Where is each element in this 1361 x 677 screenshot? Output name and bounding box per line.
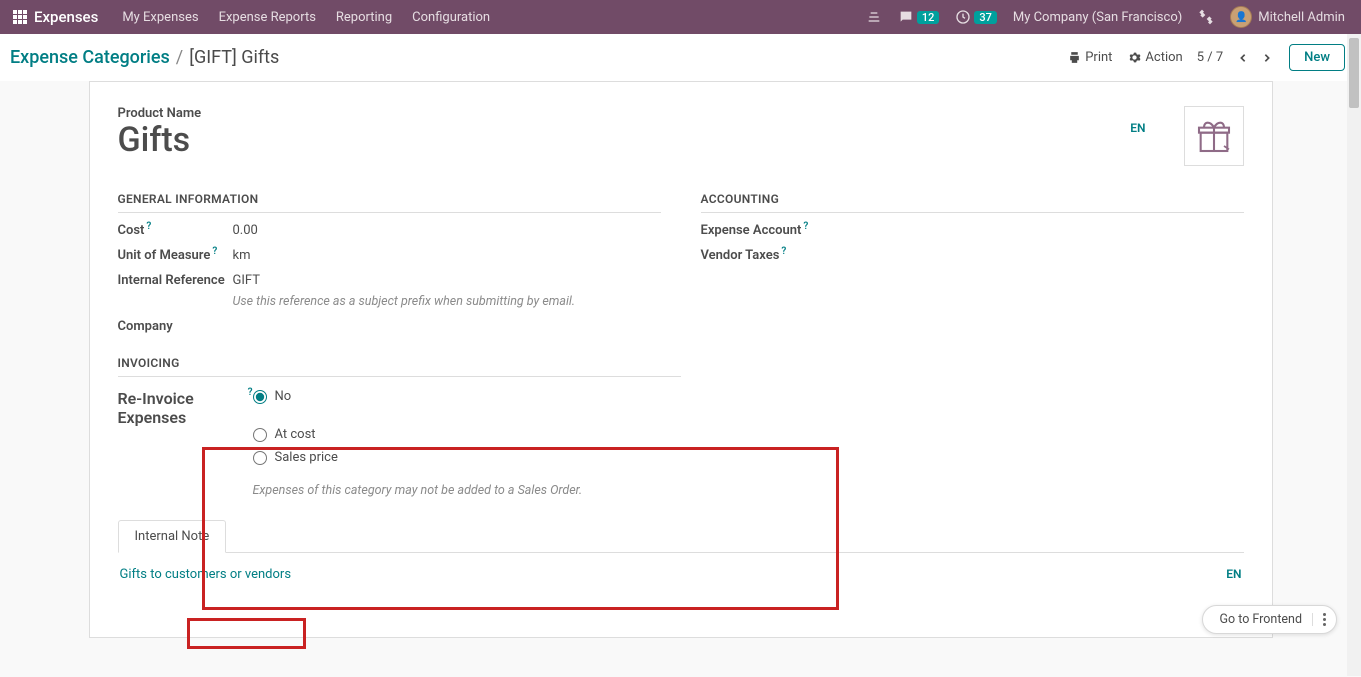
scrollbar-thumb[interactable]: [1349, 38, 1359, 108]
apps-icon[interactable]: [12, 9, 28, 25]
nav-my-expenses[interactable]: My Expenses: [112, 10, 208, 25]
nav-brand[interactable]: Expenses: [34, 8, 98, 26]
lang-badge[interactable]: EN: [1130, 121, 1145, 135]
radio-no[interactable]: No: [253, 389, 292, 404]
action-button[interactable]: Action: [1122, 46, 1188, 69]
highlight-internal-note-tab: [187, 618, 306, 649]
general-info-group: GENERAL INFORMATION Cost? 0.00 Unit of M…: [118, 192, 661, 344]
uom-label: Unit of Measure?: [118, 248, 233, 263]
internal-note-text[interactable]: Gifts to customers or vendors: [120, 567, 1227, 599]
ref-label: Internal Reference: [118, 273, 233, 288]
notebook-tabs: Internal Note: [118, 520, 1244, 553]
form-sheet: Product Name Gifts EN GENERAL INFORMATIO…: [89, 81, 1273, 638]
reinvoice-label: Re-Invoice Expenses?: [118, 389, 253, 427]
print-icon: [1068, 51, 1081, 64]
messages-badge: 12: [917, 11, 940, 24]
pager-prev[interactable]: [1231, 46, 1255, 70]
radio-no-input[interactable]: [253, 390, 267, 404]
note-lang-badge[interactable]: EN: [1226, 567, 1241, 599]
top-navbar: Expenses My Expenses Expense Reports Rep…: [0, 0, 1361, 34]
general-info-heading: GENERAL INFORMATION: [118, 192, 661, 213]
invoicing-group: INVOICING Re-Invoice Expenses? No At cos…: [118, 356, 681, 498]
nav-expense-reports[interactable]: Expense Reports: [209, 10, 326, 25]
new-button[interactable]: New: [1289, 44, 1345, 71]
control-panel: Expense Categories / [GIFT] Gifts Print …: [0, 34, 1361, 81]
internal-note-area[interactable]: Gifts to customers or vendors EN: [118, 553, 1244, 613]
company-label: Company: [118, 319, 233, 334]
radio-sales-price-input[interactable]: [253, 451, 267, 465]
expense-account-label: Expense Account?: [701, 223, 831, 238]
pager-text[interactable]: 5 / 7: [1197, 50, 1223, 65]
activities-badge: 37: [974, 11, 997, 24]
more-icon[interactable]: [1312, 613, 1326, 626]
help-icon[interactable]: ?: [781, 246, 786, 257]
help-icon[interactable]: ?: [212, 246, 217, 257]
user-menu[interactable]: 👤 Mitchell Admin: [1222, 6, 1353, 28]
form-scroll[interactable]: Product Name Gifts EN GENERAL INFORMATIO…: [0, 81, 1361, 677]
radio-sales-price[interactable]: Sales price: [253, 450, 681, 465]
nav-reporting[interactable]: Reporting: [326, 10, 402, 25]
user-name: Mitchell Admin: [1258, 10, 1345, 25]
breadcrumb-separator: /: [176, 47, 183, 68]
go-to-frontend-button[interactable]: Go to Frontend: [1202, 605, 1337, 634]
activities-button[interactable]: 37: [947, 9, 1005, 25]
cost-label: Cost?: [118, 223, 233, 238]
print-button[interactable]: Print: [1062, 46, 1118, 69]
accounting-group: ACCOUNTING Expense Account? Vendor Taxes…: [701, 192, 1244, 344]
messages-button[interactable]: 12: [890, 9, 948, 25]
vertical-scrollbar[interactable]: [1347, 34, 1361, 676]
gear-icon: [1128, 51, 1141, 64]
nav-configuration[interactable]: Configuration: [402, 10, 500, 25]
cost-value[interactable]: 0.00: [233, 223, 661, 238]
radio-at-cost-input[interactable]: [253, 428, 267, 442]
debug-icon[interactable]: [1190, 9, 1222, 25]
help-icon[interactable]: ?: [146, 221, 151, 232]
invoicing-heading: INVOICING: [118, 356, 681, 377]
product-image[interactable]: [1184, 106, 1244, 166]
product-name[interactable]: Gifts: [118, 123, 191, 157]
avatar-icon: 👤: [1230, 6, 1252, 28]
breadcrumb-root[interactable]: Expense Categories: [10, 47, 170, 68]
ref-hint: Use this reference as a subject prefix w…: [233, 294, 576, 309]
radio-at-cost[interactable]: At cost: [253, 427, 681, 442]
accounting-heading: ACCOUNTING: [701, 192, 1244, 213]
pager-next[interactable]: [1255, 46, 1279, 70]
shortcuts-icon[interactable]: [858, 9, 890, 25]
ref-value[interactable]: GIFT: [233, 273, 661, 288]
uom-value[interactable]: km: [233, 248, 661, 263]
help-icon[interactable]: ?: [803, 221, 808, 232]
tab-internal-note[interactable]: Internal Note: [118, 520, 227, 553]
title-label: Product Name: [118, 106, 1131, 121]
vendor-taxes-label: Vendor Taxes?: [701, 248, 831, 263]
help-icon[interactable]: ?: [248, 387, 253, 398]
company-switcher[interactable]: My Company (San Francisco): [1005, 10, 1190, 25]
breadcrumb-current: [GIFT] Gifts: [189, 47, 279, 68]
invoicing-hint: Expenses of this category may not be add…: [253, 483, 681, 498]
gift-icon: [1194, 116, 1234, 156]
